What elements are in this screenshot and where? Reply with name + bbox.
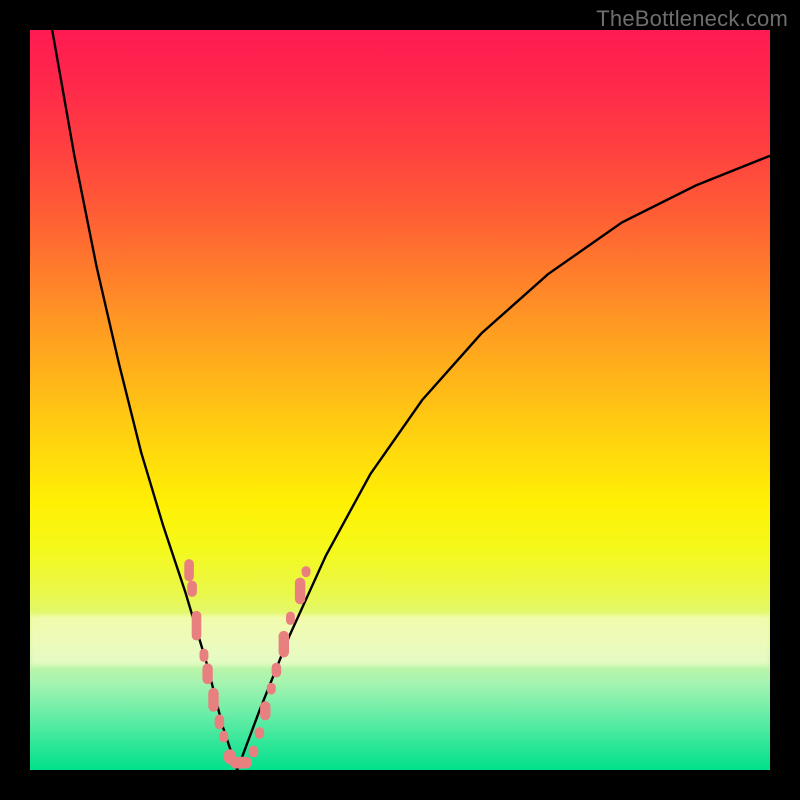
marker-group	[184, 559, 310, 768]
marker-13	[267, 683, 276, 695]
marker-18	[302, 566, 311, 577]
marker-17	[295, 578, 305, 605]
marker-15	[279, 631, 289, 658]
curve-layer	[30, 30, 770, 770]
marker-14	[272, 663, 282, 678]
marker-10	[249, 746, 259, 758]
marker-16	[286, 612, 295, 625]
attribution-text: TheBottleneck.com	[596, 6, 788, 32]
right-branch	[237, 156, 770, 770]
marker-7	[219, 731, 228, 743]
marker-1	[187, 581, 197, 597]
marker-9	[230, 757, 252, 769]
marker-0	[184, 559, 194, 581]
marker-3	[200, 649, 209, 662]
plot-area	[30, 30, 770, 770]
marker-5	[208, 688, 218, 712]
marker-12	[260, 701, 270, 720]
left-branch	[52, 30, 237, 770]
marker-4	[202, 663, 212, 684]
chart-frame: TheBottleneck.com	[0, 0, 800, 800]
marker-6	[215, 715, 225, 730]
marker-2	[192, 611, 202, 641]
marker-11	[255, 727, 265, 739]
